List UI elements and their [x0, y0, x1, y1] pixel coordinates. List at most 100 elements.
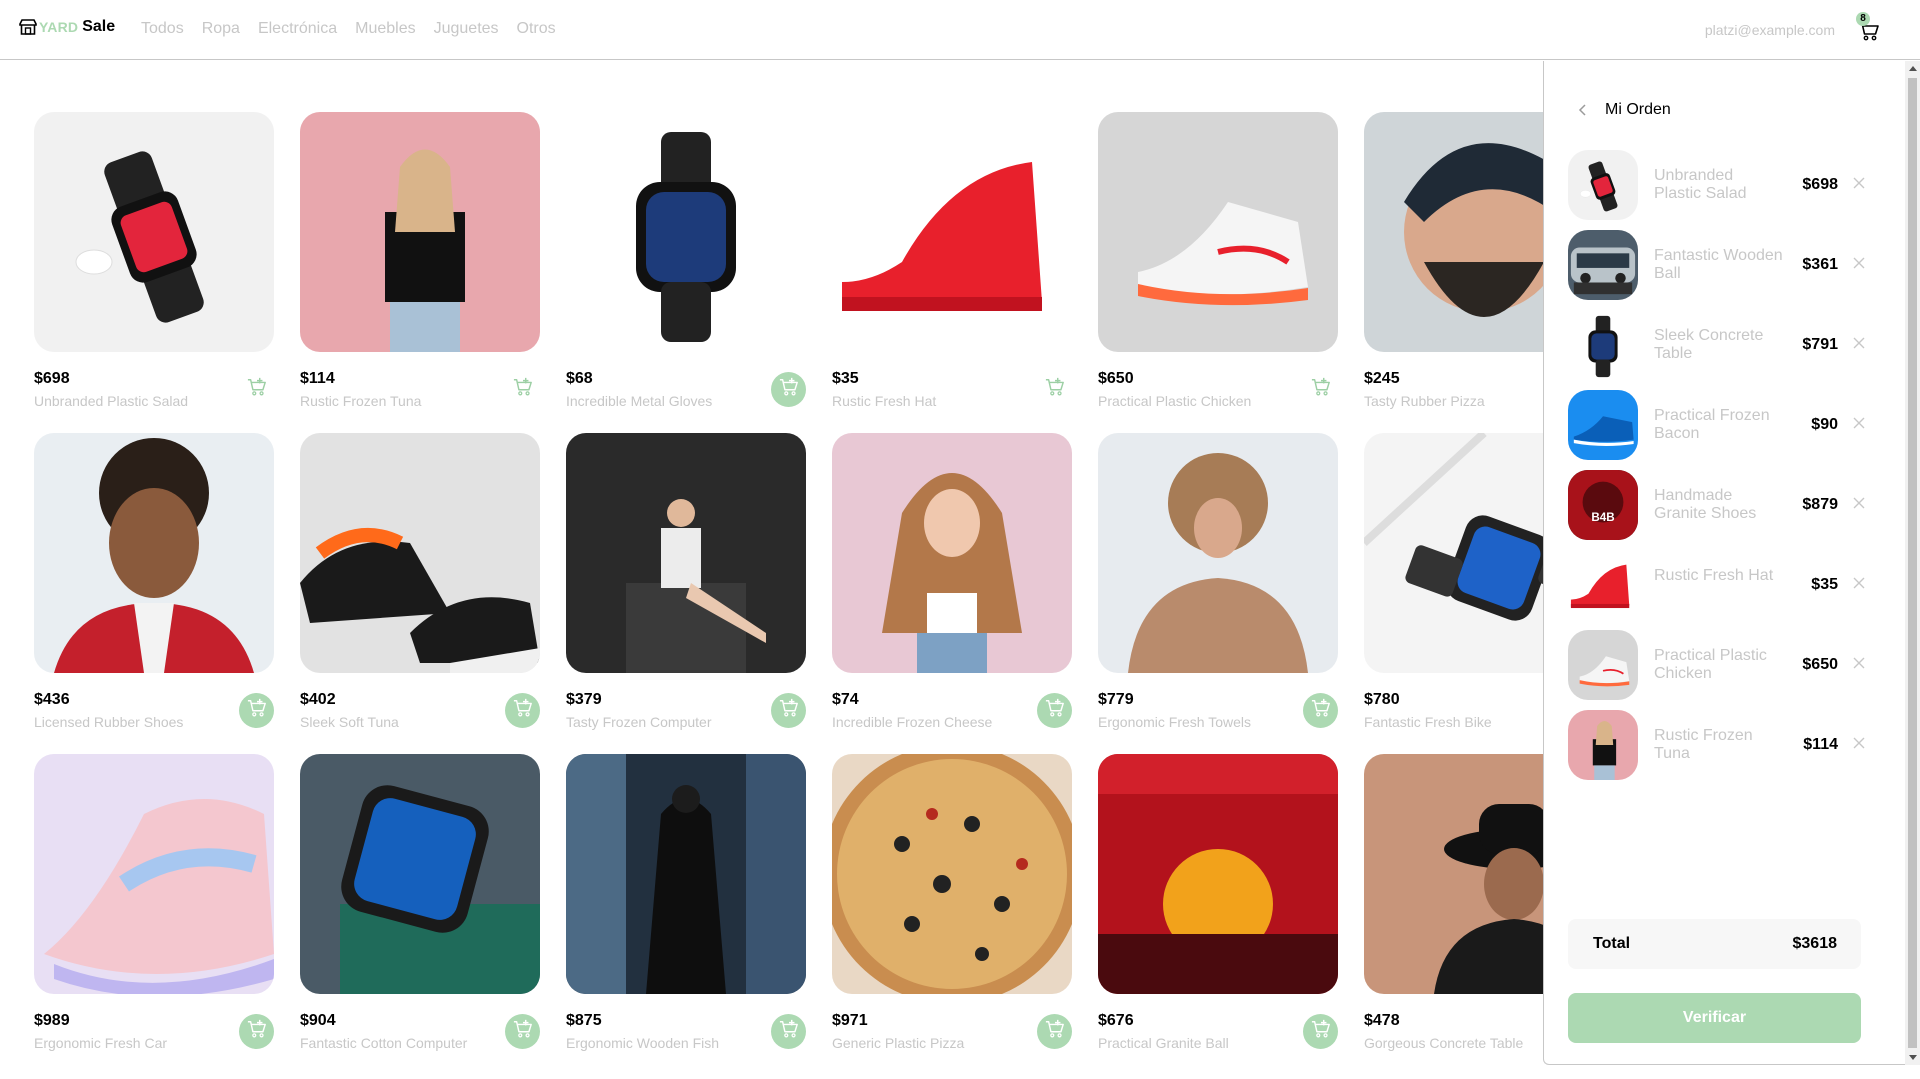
product-image[interactable]	[566, 433, 806, 673]
add-to-cart-button[interactable]	[239, 1014, 274, 1049]
add-to-cart-button[interactable]	[1303, 1014, 1338, 1049]
product-image[interactable]	[300, 112, 540, 352]
add-to-cart-button[interactable]	[239, 372, 274, 407]
product-image[interactable]	[832, 112, 1072, 352]
remove-item-close-icon[interactable]	[1852, 336, 1868, 352]
product-card[interactable]: $989 Ergonomic Fresh Car	[34, 754, 274, 1054]
product-name: Unbranded Plastic Salad	[34, 393, 189, 409]
product-image[interactable]	[1098, 433, 1338, 673]
product-price: $780	[1364, 691, 1400, 708]
logo[interactable]: YARD Sale	[19, 18, 115, 36]
add-to-cart-icon	[779, 698, 799, 723]
add-to-cart-button[interactable]	[771, 693, 806, 728]
nav-link-otros[interactable]: Otros	[517, 20, 556, 38]
product-image[interactable]	[300, 754, 540, 994]
order-item-thumbnail	[1568, 550, 1638, 620]
remove-item-close-icon[interactable]	[1852, 576, 1868, 592]
order-panel: Mi Orden Unbranded Plastic Salad $698 Fant…	[1543, 61, 1905, 1065]
order-item: Sleek Concrete Table $791	[1568, 309, 1868, 381]
scroll-up-arrow-icon[interactable]	[1905, 61, 1920, 76]
scroll-down-arrow-icon[interactable]	[1905, 1050, 1920, 1065]
remove-item-close-icon[interactable]	[1852, 176, 1868, 192]
add-to-cart-button[interactable]	[505, 372, 540, 407]
user-email[interactable]: platzi@example.com	[1705, 22, 1835, 38]
add-to-cart-button[interactable]	[771, 372, 806, 407]
add-to-cart-icon	[247, 698, 267, 723]
product-name: Ergonomic Fresh Towels	[1098, 714, 1252, 730]
product-card[interactable]: $779 Ergonomic Fresh Towels	[1098, 433, 1338, 733]
add-to-cart-icon	[779, 1019, 799, 1044]
product-name: Incredible Metal Gloves	[566, 393, 713, 409]
product-card[interactable]: $875 Ergonomic Wooden Fish	[566, 754, 806, 1054]
product-price: $989	[34, 1012, 70, 1029]
product-name: Incredible Frozen Cheese	[832, 714, 993, 730]
order-item-thumbnail	[1568, 710, 1638, 780]
add-to-cart-icon	[1045, 377, 1065, 402]
scrollbar-thumb[interactable]	[1908, 78, 1917, 1048]
product-image[interactable]	[1098, 112, 1338, 352]
remove-item-close-icon[interactable]	[1852, 256, 1868, 272]
remove-item-close-icon[interactable]	[1852, 656, 1868, 672]
add-to-cart-button[interactable]	[505, 1014, 540, 1049]
product-card[interactable]: $971 Generic Plastic Pizza	[832, 754, 1072, 1054]
page-scrollbar[interactable]	[1905, 61, 1920, 1065]
product-image[interactable]	[832, 433, 1072, 673]
product-price: $904	[300, 1012, 336, 1029]
product-name: Ergonomic Wooden Fish	[566, 1035, 720, 1051]
add-to-cart-button[interactable]	[1037, 1014, 1072, 1049]
product-card[interactable]: $74 Incredible Frozen Cheese	[832, 433, 1072, 733]
add-to-cart-icon	[247, 377, 267, 402]
add-to-cart-button[interactable]	[1303, 693, 1338, 728]
nav-link-muebles[interactable]: Muebles	[355, 20, 415, 38]
shopping-cart-button[interactable]: 8	[1852, 12, 1882, 42]
order-item-price: $114	[1803, 736, 1838, 753]
order-item-name: Handmade Granite Shoes	[1654, 487, 1757, 522]
product-image[interactable]	[566, 754, 806, 994]
product-image[interactable]	[566, 112, 806, 352]
add-to-cart-button[interactable]	[505, 693, 540, 728]
product-card[interactable]: $676 Practical Granite Ball	[1098, 754, 1338, 1054]
add-to-cart-button[interactable]	[1303, 372, 1338, 407]
remove-item-close-icon[interactable]	[1852, 736, 1868, 752]
order-item: Fantastic Wooden Ball $361	[1568, 229, 1868, 301]
checkout-button[interactable]: Verificar	[1568, 993, 1861, 1043]
product-image[interactable]	[300, 433, 540, 673]
product-card[interactable]: $436 Licensed Rubber Shoes	[34, 433, 274, 733]
nav-link-juguetes[interactable]: Juguetes	[434, 20, 499, 38]
add-to-cart-button[interactable]	[1037, 372, 1072, 407]
product-info: $971 Generic Plastic Pizza	[832, 994, 1072, 1054]
product-image[interactable]	[34, 112, 274, 352]
remove-item-close-icon[interactable]	[1852, 416, 1868, 432]
order-item-price: $90	[1811, 416, 1838, 433]
product-image[interactable]	[1098, 754, 1338, 994]
nav-link-ropa[interactable]: Ropa	[202, 20, 240, 38]
storefront-icon	[19, 19, 37, 35]
product-image[interactable]	[34, 754, 274, 994]
add-to-cart-button[interactable]	[1037, 693, 1072, 728]
product-card[interactable]: $650 Practical Plastic Chicken	[1098, 112, 1338, 412]
add-to-cart-icon	[513, 377, 533, 402]
nav-link-electronica[interactable]: Electrónica	[258, 20, 337, 38]
back-chevron-icon[interactable]	[1578, 102, 1594, 118]
product-card[interactable]: $35 Rustic Fresh Hat	[832, 112, 1072, 412]
product-card[interactable]: $114 Rustic Frozen Tuna	[300, 112, 540, 412]
product-image[interactable]	[832, 754, 1072, 994]
product-card[interactable]: $402 Sleek Soft Tuna	[300, 433, 540, 733]
order-total-box: Total $3618	[1568, 919, 1861, 969]
product-price: $402	[300, 691, 336, 708]
add-to-cart-button[interactable]	[239, 693, 274, 728]
add-to-cart-button[interactable]	[771, 1014, 806, 1049]
product-image[interactable]	[34, 433, 274, 673]
product-info: $436 Licensed Rubber Shoes	[34, 673, 274, 733]
remove-item-close-icon[interactable]	[1852, 496, 1868, 512]
order-item: Practical Frozen Bacon $90	[1568, 389, 1868, 461]
svg-text:B4B: B4B	[1591, 511, 1614, 524]
product-info: $35 Rustic Fresh Hat	[832, 352, 1072, 412]
product-card[interactable]: $698 Unbranded Plastic Salad	[34, 112, 274, 412]
product-info: $676 Practical Granite Ball	[1098, 994, 1338, 1054]
product-card[interactable]: $904 Fantastic Cotton Computer	[300, 754, 540, 1054]
product-name: Gorgeous Concrete Table	[1364, 1035, 1524, 1051]
nav-link-todos[interactable]: Todos	[141, 20, 184, 38]
product-card[interactable]: $68 Incredible Metal Gloves	[566, 112, 806, 412]
product-card[interactable]: $379 Tasty Frozen Computer	[566, 433, 806, 733]
